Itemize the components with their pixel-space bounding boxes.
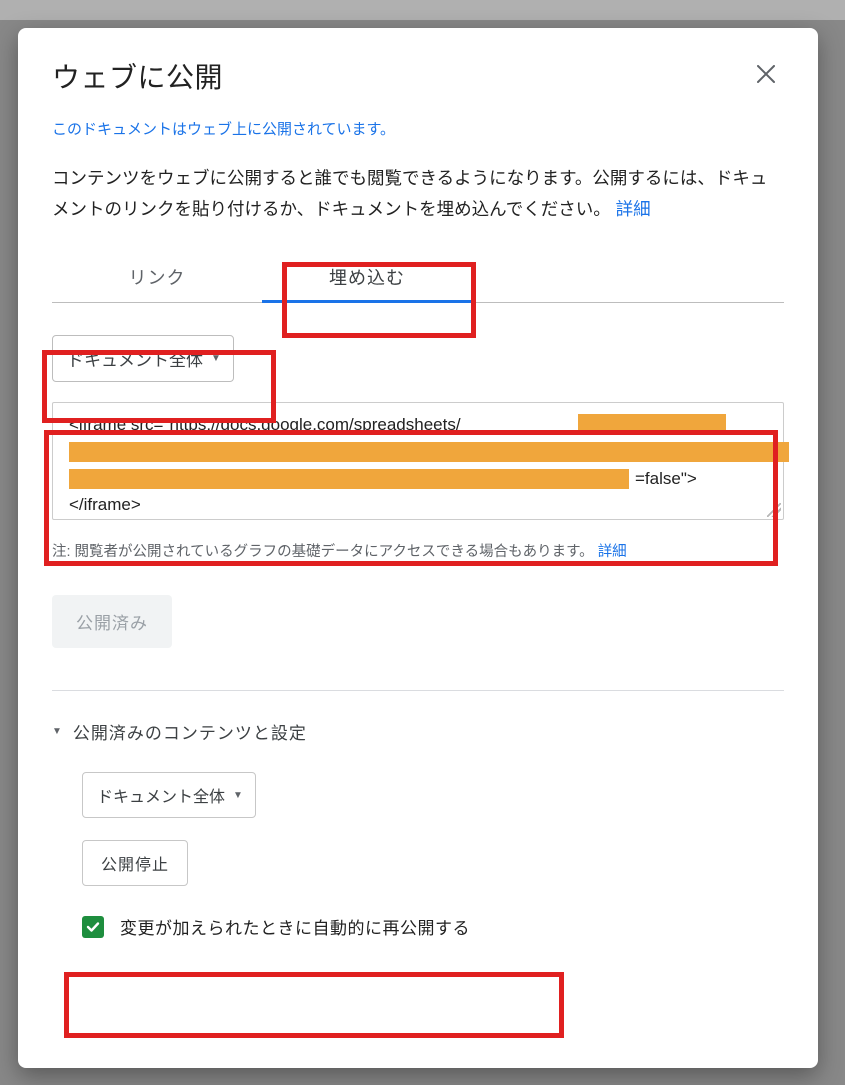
publish-to-web-dialog: ウェブに公開 このドキュメントはウェブ上に公開されています。 コンテンツをウェブ… <box>18 28 818 1068</box>
embed-code-line: =false"> <box>635 465 697 492</box>
published-button: 公開済み <box>52 595 172 648</box>
embed-code-textarea[interactable]: <iframe src="https://docs.google.com/spr… <box>52 402 784 520</box>
redaction-block <box>69 442 789 462</box>
redaction-block <box>69 469 629 489</box>
auto-republish-checkbox[interactable] <box>82 916 104 938</box>
note-learn-more-link[interactable]: 詳細 <box>598 544 627 560</box>
published-scope-dropdown[interactable]: ドキュメント全体 ▼ <box>82 772 256 818</box>
scope-dropdown[interactable]: ドキュメント全体 ▼ <box>52 335 234 382</box>
auto-republish-row: 変更が加えられたときに自動的に再公開する <box>82 914 784 939</box>
published-scope-label: ドキュメント全体 <box>97 783 225 807</box>
divider <box>52 690 784 691</box>
embed-code-line: <iframe src="https://docs.google.com/spr… <box>69 411 461 438</box>
triangle-down-icon: ▼ <box>52 726 63 737</box>
learn-more-link[interactable]: 詳細 <box>616 199 651 219</box>
chart-data-note: 注: 閲覧者が公開されているグラフの基礎データにアクセスできる場合もあります。 … <box>52 540 784 561</box>
published-content-settings-toggle[interactable]: ▼ 公開済みのコンテンツと設定 <box>52 719 784 744</box>
chevron-down-icon: ▼ <box>233 790 243 801</box>
dialog-description: コンテンツをウェブに公開すると誰でも閲覧できるようになります。公開するには、ドキ… <box>52 163 784 224</box>
description-text: コンテンツをウェブに公開すると誰でも閲覧できるようになります。公開するには、ドキ… <box>52 168 767 219</box>
note-text: 注: 閲覧者が公開されているグラフの基礎データにアクセスできる場合もあります。 <box>52 544 594 560</box>
dialog-title: ウェブに公開 <box>52 56 223 96</box>
close-icon[interactable] <box>748 56 784 92</box>
auto-republish-label: 変更が加えられたときに自動的に再公開する <box>120 914 470 939</box>
tab-link[interactable]: リンク <box>52 250 262 302</box>
chevron-down-icon: ▼ <box>211 353 221 364</box>
scope-dropdown-label: ドキュメント全体 <box>67 346 203 371</box>
section-heading: 公開済みのコンテンツと設定 <box>73 719 307 744</box>
background-toolbar <box>0 0 845 20</box>
tab-embed[interactable]: 埋め込む <box>262 250 472 302</box>
published-status-link[interactable]: このドキュメントはウェブ上に公開されています。 <box>52 118 395 139</box>
resize-handle-icon[interactable] <box>767 503 781 517</box>
embed-code-line: </iframe> <box>69 491 141 518</box>
redaction-block <box>578 414 726 434</box>
tabs: リンク 埋め込む <box>52 250 784 303</box>
stop-publishing-button[interactable]: 公開停止 <box>82 840 188 886</box>
